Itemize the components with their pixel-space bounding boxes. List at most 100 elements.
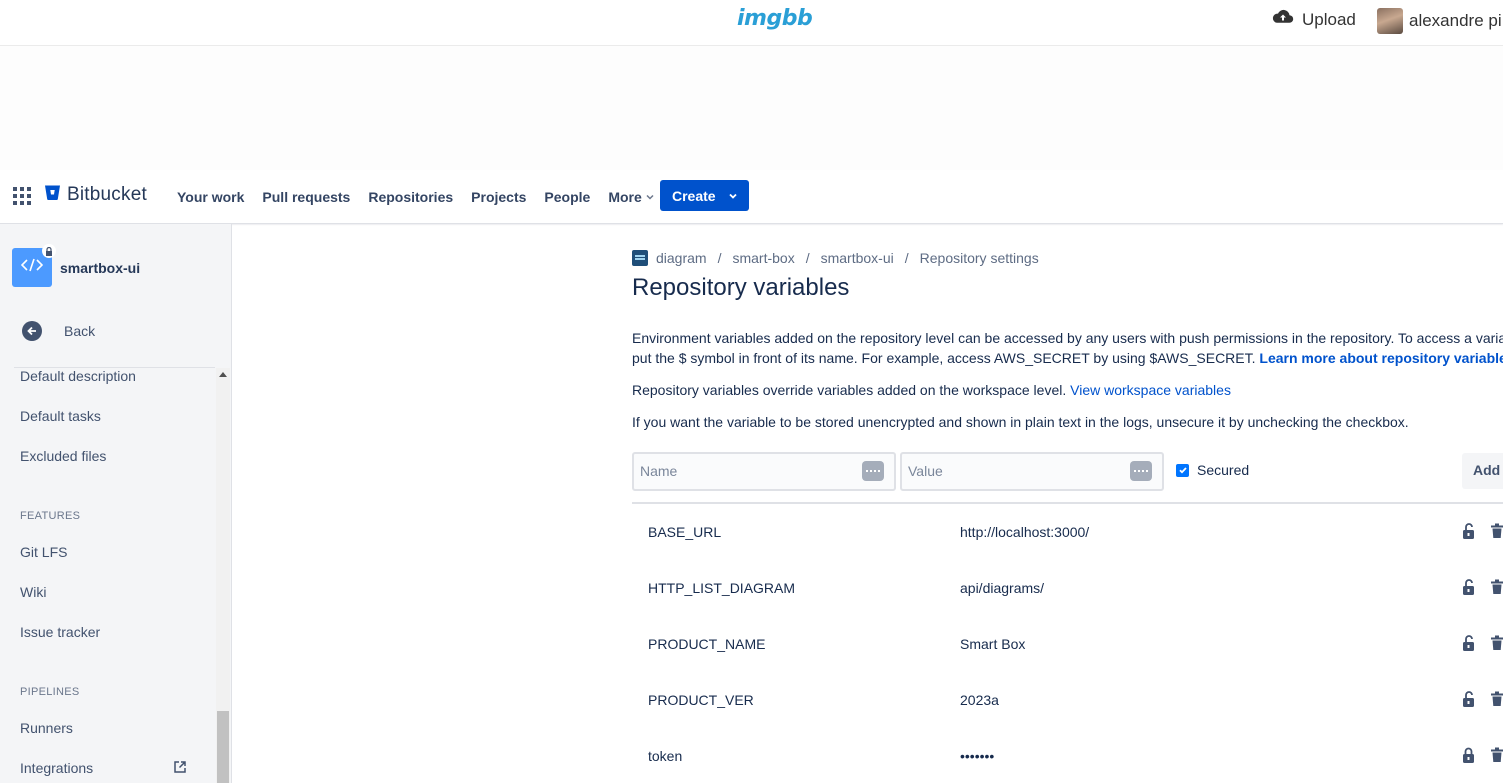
variable-value: 2023a xyxy=(960,692,999,708)
breadcrumb-workspace[interactable]: diagram xyxy=(656,250,707,266)
variable-name: PRODUCT_VER xyxy=(648,692,754,708)
scroll-up-arrow-icon[interactable] xyxy=(219,372,227,377)
sidebar-heading-pipelines: PIPELINES xyxy=(20,686,80,698)
checkbox-checked-icon[interactable] xyxy=(1176,463,1189,477)
sidebar-heading-features: FEATURES xyxy=(20,510,81,522)
unlock-icon[interactable] xyxy=(1460,634,1478,657)
app-switcher-icon[interactable] xyxy=(13,187,31,205)
intro-paragraph: Environment variables added on the repos… xyxy=(632,328,1503,368)
imgbb-header: imgbb Upload alexandre pi xyxy=(0,0,1503,46)
variable-value: ••••••• xyxy=(960,748,995,764)
user-menu[interactable]: alexandre pi xyxy=(1377,8,1502,34)
add-variable-button[interactable]: Add xyxy=(1462,453,1503,489)
name-field[interactable] xyxy=(632,452,896,491)
table-row: token ••••••• xyxy=(632,746,1503,783)
repo-header[interactable]: smartbox-ui xyxy=(12,244,141,287)
variable-name: BASE_URL xyxy=(648,524,722,540)
nav-pull-requests[interactable]: Pull requests xyxy=(253,189,359,205)
table-row: PRODUCT_NAME Smart Box xyxy=(632,634,1503,692)
brand-name: Bitbucket xyxy=(67,184,147,205)
cloud-upload-icon xyxy=(1272,9,1294,30)
main-content: diagram / smart-box / smartbox-ui / Repo… xyxy=(632,224,1503,783)
sidebar-item-issue-tracker[interactable]: Issue tracker xyxy=(20,624,100,640)
variable-name: token xyxy=(648,748,683,764)
add-variable-form: Secured Add xyxy=(632,452,1503,492)
user-name: alexandre pi xyxy=(1409,11,1502,30)
trash-icon[interactable] xyxy=(1490,691,1503,712)
back-label: Back xyxy=(64,323,96,339)
view-workspace-variables-link[interactable]: View workspace variables xyxy=(1070,382,1231,398)
avatar xyxy=(1377,8,1403,34)
trash-icon[interactable] xyxy=(1490,747,1503,768)
nav-projects[interactable]: Projects xyxy=(462,189,535,205)
table-row: BASE_URL http://localhost:3000/ xyxy=(632,522,1503,580)
nav-repositories[interactable]: Repositories xyxy=(359,189,462,205)
nav-your-work[interactable]: Your work xyxy=(168,189,253,205)
breadcrumb-settings[interactable]: Repository settings xyxy=(920,250,1039,266)
sidebar-item-runners[interactable]: Runners xyxy=(20,720,73,736)
create-label: Create xyxy=(672,187,716,204)
variable-value: http://localhost:3000/ xyxy=(960,524,1090,540)
upload-button[interactable]: Upload xyxy=(1272,9,1356,30)
value-field[interactable] xyxy=(900,452,1164,491)
nav-people[interactable]: People xyxy=(535,189,599,205)
back-button[interactable]: Back xyxy=(22,321,95,341)
create-button[interactable]: Create xyxy=(660,180,749,211)
bitbucket-bucket-icon xyxy=(44,184,61,206)
table-row: HTTP_LIST_DIAGRAM api/diagrams/ xyxy=(632,578,1503,636)
more-dots-icon[interactable] xyxy=(862,461,884,481)
sidebar-item-excluded-files[interactable]: Excluded files xyxy=(20,448,106,464)
sidebar-item-default-description[interactable]: Default description xyxy=(20,368,136,384)
name-input[interactable] xyxy=(640,463,840,479)
breadcrumb-repository[interactable]: smartbox-ui xyxy=(821,250,894,266)
external-link-icon[interactable] xyxy=(173,760,187,779)
secured-label: Secured xyxy=(1197,462,1250,478)
chevron-down-icon xyxy=(728,188,738,204)
ad-space xyxy=(0,46,1503,170)
bitbucket-logo[interactable]: Bitbucket xyxy=(44,184,147,206)
repo-avatar xyxy=(12,244,56,287)
variable-name: HTTP_LIST_DIAGRAM xyxy=(648,580,796,596)
lock-icon[interactable] xyxy=(1460,746,1478,769)
intro-line-1: Environment variables added on the repos… xyxy=(632,330,1503,346)
page-title: Repository variables xyxy=(632,274,850,301)
sidebar-item-git-lfs[interactable]: Git LFS xyxy=(20,544,67,560)
code-icon xyxy=(20,258,44,277)
chevron-down-icon xyxy=(645,189,655,205)
repo-name: smartbox-ui xyxy=(60,259,141,276)
override-paragraph: Repository variables override variables … xyxy=(632,382,1231,398)
table-row: PRODUCT_VER 2023a xyxy=(632,690,1503,748)
sidebar-item-wiki[interactable]: Wiki xyxy=(20,584,46,600)
learn-more-link[interactable]: Learn more about repository variables xyxy=(1259,350,1503,366)
trash-icon[interactable] xyxy=(1490,523,1503,544)
sidebar-scrollbar[interactable] xyxy=(216,368,230,783)
trash-icon[interactable] xyxy=(1490,579,1503,600)
intro-line-2: put the $ symbol in front of its name. F… xyxy=(632,348,1503,368)
table-divider xyxy=(632,502,1503,504)
more-label: More xyxy=(608,189,642,205)
variable-value: Smart Box xyxy=(960,636,1026,652)
unlock-icon[interactable] xyxy=(1460,690,1478,713)
bitbucket-top-nav: Bitbucket Your work Pull requests Reposi… xyxy=(0,170,1503,224)
trash-icon[interactable] xyxy=(1490,635,1503,656)
sidebar-settings-list: Default description Default tasks Exclud… xyxy=(0,368,216,783)
variable-value: api/diagrams/ xyxy=(960,580,1045,596)
unlock-icon[interactable] xyxy=(1460,578,1478,601)
private-lock-icon xyxy=(42,244,56,258)
more-dots-icon[interactable] xyxy=(1130,461,1152,481)
value-input[interactable] xyxy=(908,463,1108,479)
upload-label: Upload xyxy=(1302,9,1356,29)
arrow-left-icon xyxy=(22,321,42,341)
imgbb-logo[interactable]: imgbb xyxy=(737,6,813,31)
breadcrumb-project[interactable]: smart-box xyxy=(732,250,794,266)
sidebar-item-integrations[interactable]: Integrations xyxy=(20,760,93,776)
repo-sidebar: smartbox-ui Back Default description Def… xyxy=(0,224,232,783)
breadcrumb: diagram / smart-box / smartbox-ui / Repo… xyxy=(632,250,1039,266)
secured-checkbox[interactable]: Secured xyxy=(1176,462,1249,478)
unencrypted-paragraph: If you want the variable to be stored un… xyxy=(632,414,1409,430)
workspace-icon xyxy=(632,250,648,266)
sidebar-item-default-tasks[interactable]: Default tasks xyxy=(20,408,101,424)
nav-more[interactable]: More xyxy=(599,189,663,205)
unlock-icon[interactable] xyxy=(1460,522,1478,545)
scrollbar-thumb[interactable] xyxy=(217,711,229,783)
